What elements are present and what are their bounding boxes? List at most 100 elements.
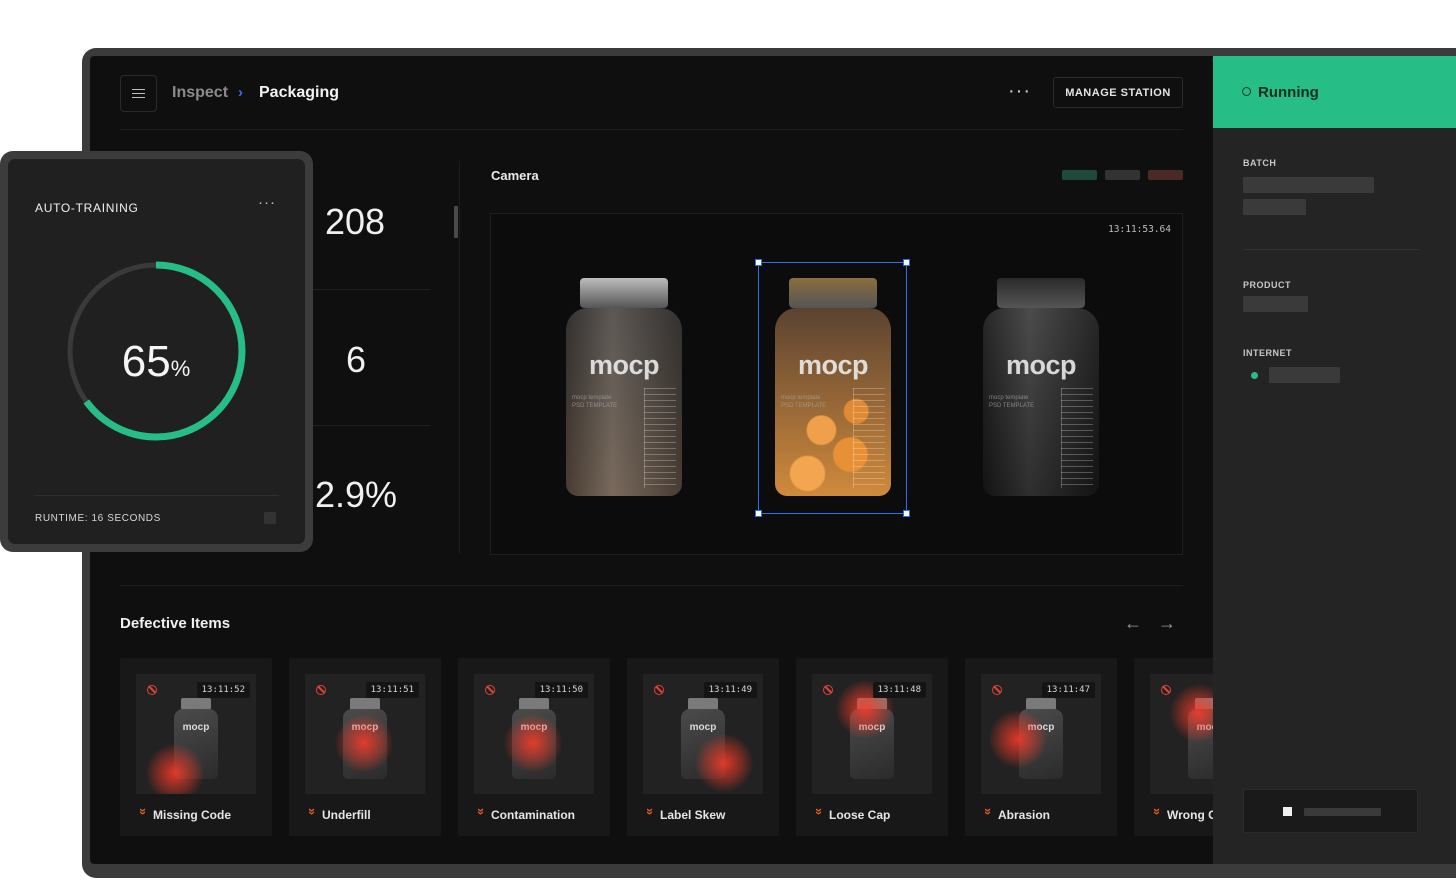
bottle-cap	[997, 278, 1085, 308]
defect-card[interactable]: mocp13:11:48 »Loose Cap	[796, 658, 948, 836]
bottle-body: mocp mocp template PSD TEMPLATE	[566, 308, 682, 496]
divider	[1243, 249, 1419, 250]
camera-title: Camera	[491, 168, 539, 183]
chevron-double-down-icon: »	[981, 807, 997, 816]
defect-timestamp: 13:11:49	[703, 682, 757, 698]
defect-timestamp: 13:11:50	[534, 682, 588, 698]
status-bar: Running	[1213, 56, 1456, 128]
chevron-double-down-icon: »	[1150, 807, 1166, 816]
camera-view[interactable]: 13:11:53.64 mocp mocp template PSD TEMPLA…	[490, 213, 1183, 555]
stat-value: 6	[346, 339, 367, 380]
stop-control[interactable]	[1243, 789, 1418, 833]
bottle-logo: mocp	[588, 350, 660, 380]
defect-heatmap	[989, 710, 1047, 768]
defect-card[interactable]: mocp 13:11:49 » Label Skew	[627, 658, 779, 836]
breadcrumb-packaging: Packaging	[259, 84, 340, 101]
runtime-text: RUNTIME: 16 SECONDS	[35, 513, 161, 524]
hamburger-icon	[132, 92, 145, 95]
ban-icon	[992, 685, 1002, 695]
stat-value: 208	[325, 201, 386, 242]
camera-timestamp: 13:11:53.64	[1108, 224, 1171, 235]
bottle-cap	[580, 278, 668, 308]
defect-label: Contamination	[491, 808, 575, 822]
bottle-logo: mocp	[689, 722, 717, 733]
product-value-placeholder	[1243, 296, 1308, 312]
defect-thumbnail: mocp13:11:47	[981, 674, 1101, 794]
defective-items-title: Defective Items	[120, 615, 231, 632]
batch-label: BATCH	[1243, 158, 1277, 168]
section-divider	[120, 585, 1183, 586]
defect-card[interactable]: mocp 13:11:52 » Missing Code	[120, 658, 272, 836]
divider	[312, 289, 430, 290]
divider	[459, 161, 460, 554]
runtime-toggle[interactable]	[264, 512, 276, 524]
batch-value-placeholder	[1243, 177, 1374, 193]
stop-label-placeholder	[1304, 808, 1381, 816]
resize-handle[interactable]	[903, 259, 910, 266]
header-divider	[120, 129, 1183, 130]
chevron-double-down-icon: »	[643, 807, 659, 816]
bottle-logo: mocp	[1005, 350, 1077, 380]
ban-icon	[147, 685, 157, 695]
selection-box[interactable]	[755, 259, 910, 517]
stop-icon[interactable]	[1283, 807, 1292, 816]
resize-handle[interactable]	[903, 510, 910, 517]
resize-handle[interactable]	[755, 259, 762, 266]
divider	[35, 495, 279, 496]
bottle: mocp mocp template PSD TEMPLATE	[566, 278, 682, 496]
progress-percent: 65%	[121, 337, 191, 386]
defect-card[interactable]: mocp13:11:51 »Underfill	[289, 658, 441, 836]
manage-station-button[interactable]: MANAGE STATION	[1053, 77, 1183, 108]
more-options-button[interactable]: ···	[1008, 80, 1031, 103]
chevron-double-down-icon: »	[305, 807, 321, 816]
defect-thumbnail: mocp13:11:50	[474, 674, 594, 794]
defect-timestamp: 13:11:52	[196, 682, 250, 698]
defect-timestamp: 13:11:47	[1041, 682, 1095, 698]
product-label: PRODUCT	[1243, 280, 1291, 290]
ban-icon	[654, 685, 664, 695]
defect-label: Label Skew	[660, 808, 726, 822]
defect-card[interactable]: mocp13:11:50 »Contamination	[458, 658, 610, 836]
legend-pill	[1148, 170, 1183, 180]
resize-handle[interactable]	[755, 510, 762, 517]
more-options-button[interactable]: ···	[258, 194, 276, 211]
defect-card[interactable]: mocp13:11:47 »Abrasion	[965, 658, 1117, 836]
chevron-double-down-icon: »	[136, 807, 152, 816]
status-panel: Running BATCH PRODUCT INTERNET	[1213, 56, 1456, 864]
arrow-right-icon[interactable]: →	[1158, 613, 1176, 634]
arrow-left-icon[interactable]: ←	[1124, 613, 1142, 634]
chevron-double-down-icon: »	[474, 807, 490, 816]
chevron-right-icon: ›	[238, 84, 243, 101]
defect-label: Missing Code	[153, 808, 232, 822]
defect-label: Abrasion	[998, 808, 1051, 822]
bottle-logo: mocp	[182, 722, 210, 733]
defect-heatmap	[695, 734, 753, 792]
ban-icon	[823, 685, 833, 695]
legend-pill	[1105, 170, 1140, 180]
defect-heatmap	[146, 744, 204, 794]
defect-thumbnail: mocp 13:11:52	[136, 674, 256, 794]
scrollbar-thumb[interactable]	[454, 206, 458, 238]
menu-button[interactable]	[120, 75, 157, 112]
auto-training-panel: AUTO-TRAINING ··· 65% RUNTIME: 16 SECOND…	[8, 159, 305, 544]
bottle-label-lines	[644, 388, 676, 488]
defect-thumbnail: mocp13:11:51	[305, 674, 425, 794]
ban-icon	[485, 685, 495, 695]
legend-pill	[1062, 170, 1097, 180]
breadcrumb-inspect[interactable]: Inspect	[172, 84, 228, 102]
bottle-subtext: mocp template PSD TEMPLATE	[572, 395, 618, 409]
defect-heatmap	[504, 714, 562, 772]
defect-label: Underfill	[322, 808, 371, 822]
divider	[312, 425, 430, 426]
defect-heatmap	[335, 714, 393, 772]
status-dot-icon	[1242, 87, 1251, 96]
bottle-body: mocp mocp template PSD TEMPLATE	[983, 308, 1099, 496]
auto-training-card: AUTO-TRAINING ··· 65% RUNTIME: 16 SECOND…	[0, 151, 313, 552]
internet-status-dot-icon	[1251, 372, 1258, 379]
defect-timestamp: 13:11:51	[365, 682, 419, 698]
bottle-label-lines	[1061, 388, 1093, 488]
chevron-double-down-icon: »	[812, 807, 828, 816]
auto-training-title: AUTO-TRAINING	[35, 201, 139, 215]
status-text: Running	[1258, 84, 1319, 101]
bottle: mocp mocp template PSD TEMPLATE	[983, 278, 1099, 496]
